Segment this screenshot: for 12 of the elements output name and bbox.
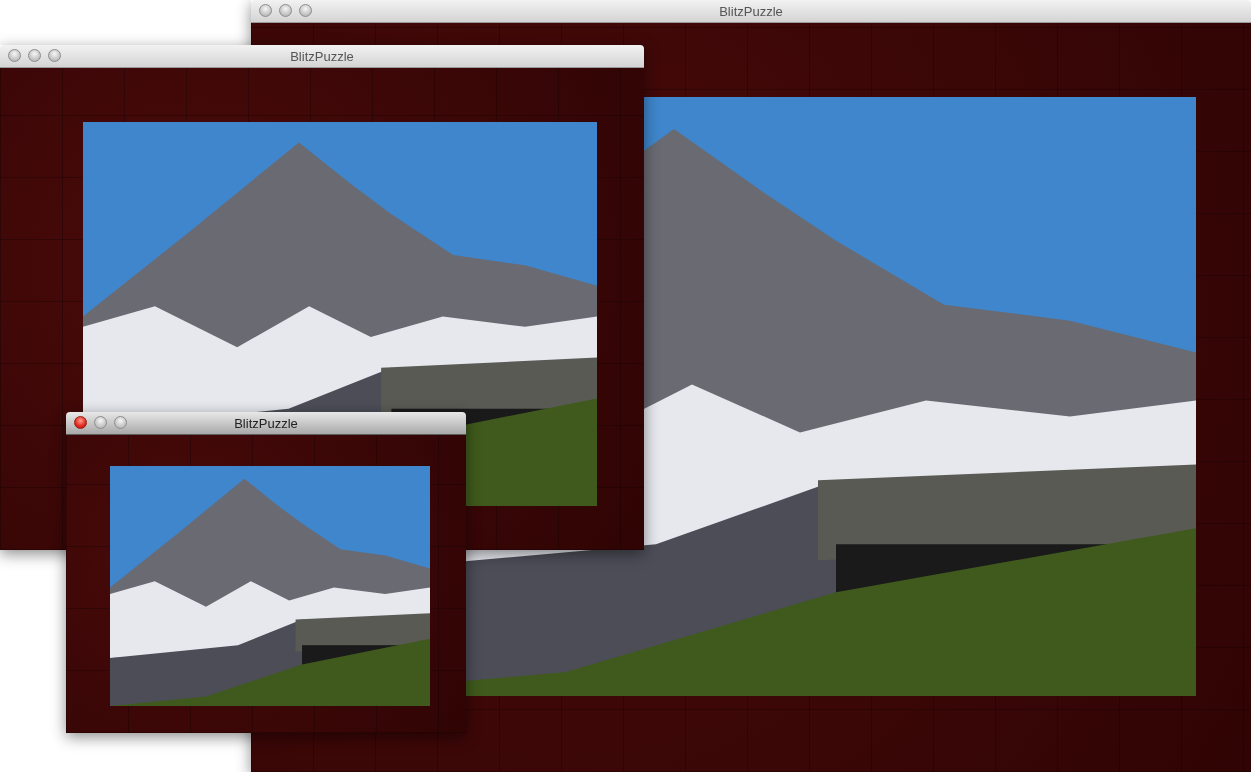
- window-title: BlitzPuzzle: [234, 415, 298, 431]
- close-button[interactable]: [259, 4, 272, 17]
- minimize-button[interactable]: [279, 4, 292, 17]
- zoom-button[interactable]: [114, 416, 127, 429]
- minimize-button[interactable]: [94, 416, 107, 429]
- close-button[interactable]: [8, 49, 21, 62]
- zoom-button[interactable]: [299, 4, 312, 17]
- window-title: BlitzPuzzle: [719, 3, 783, 19]
- window-title: BlitzPuzzle: [290, 48, 354, 64]
- minimize-button[interactable]: [28, 49, 41, 62]
- close-button[interactable]: [74, 416, 87, 429]
- zoom-button[interactable]: [48, 49, 61, 62]
